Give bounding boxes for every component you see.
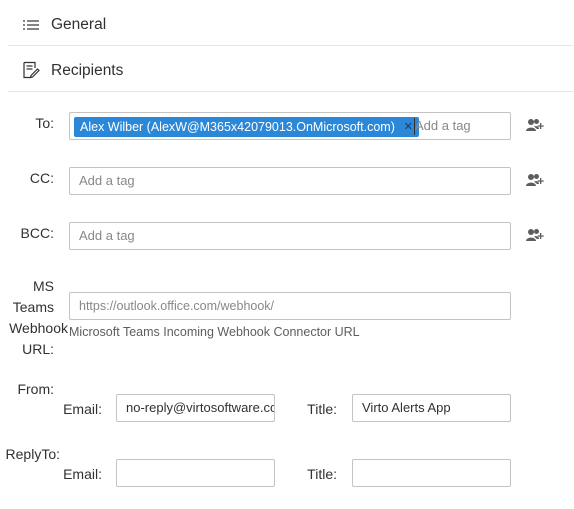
recipient-tag-label: Alex Wilber (AlexW@M365x42079013.OnMicro… — [80, 120, 395, 134]
list-icon — [23, 20, 39, 30]
section-divider — [8, 45, 573, 46]
teams-webhook-placeholder: https://outlook.office.com/webhook/ — [79, 299, 275, 313]
add-people-icon[interactable] — [526, 118, 544, 132]
remove-tag-icon[interactable]: ✕ — [404, 117, 413, 137]
from-email-input[interactable]: no-reply@virtosoftware.com — [116, 394, 275, 422]
general-section-title: General — [51, 16, 107, 33]
bcc-placeholder: Add a tag — [79, 228, 135, 243]
cc-tag-input[interactable]: Add a tag — [69, 167, 511, 195]
section-divider — [8, 91, 573, 92]
from-email-value: no-reply@virtosoftware.com — [126, 400, 275, 415]
to-label: To: — [35, 115, 54, 131]
reply-to-title-input[interactable] — [352, 459, 511, 487]
teams-webhook-label-line2: Teams — [12, 299, 54, 315]
cc-label: CC: — [29, 170, 54, 186]
teams-webhook-hint: Microsoft Teams Incoming Webhook Connect… — [69, 325, 360, 339]
to-placeholder: Add a tag — [415, 118, 471, 133]
teams-webhook-label-line4: URL: — [22, 341, 54, 357]
from-title-value: Virto Alerts App — [362, 400, 451, 415]
recipients-section-header[interactable]: Recipients — [8, 50, 573, 94]
teams-webhook-label-line1: MS — [33, 278, 54, 294]
teams-webhook-url-input[interactable]: https://outlook.office.com/webhook/ — [69, 292, 511, 320]
to-tag-input[interactable]: Alex Wilber (AlexW@M365x42079013.OnMicro… — [69, 112, 511, 140]
reply-to-email-input[interactable] — [116, 459, 275, 487]
recipients-section-title: Recipients — [51, 62, 124, 79]
from-title-label: Title: — [307, 401, 337, 417]
from-title-input[interactable]: Virto Alerts App — [352, 394, 511, 422]
cc-placeholder: Add a tag — [79, 173, 135, 188]
add-people-icon[interactable] — [526, 228, 544, 242]
bcc-tag-input[interactable]: Add a tag — [69, 222, 511, 250]
reply-to-title-label: Title: — [307, 466, 337, 482]
from-label: From: — [17, 381, 54, 397]
from-email-label: Email: — [63, 401, 102, 417]
edit-icon — [23, 61, 40, 79]
bcc-label: BCC: — [20, 225, 54, 241]
general-section-header[interactable]: General — [8, 4, 573, 48]
add-people-icon[interactable] — [526, 173, 544, 187]
recipient-tag[interactable]: Alex Wilber (AlexW@M365x42079013.OnMicro… — [74, 117, 419, 137]
teams-webhook-label-line3: Webhook — [9, 320, 68, 336]
reply-to-label: ReplyTo: — [5, 446, 60, 462]
reply-to-email-label: Email: — [63, 466, 102, 482]
